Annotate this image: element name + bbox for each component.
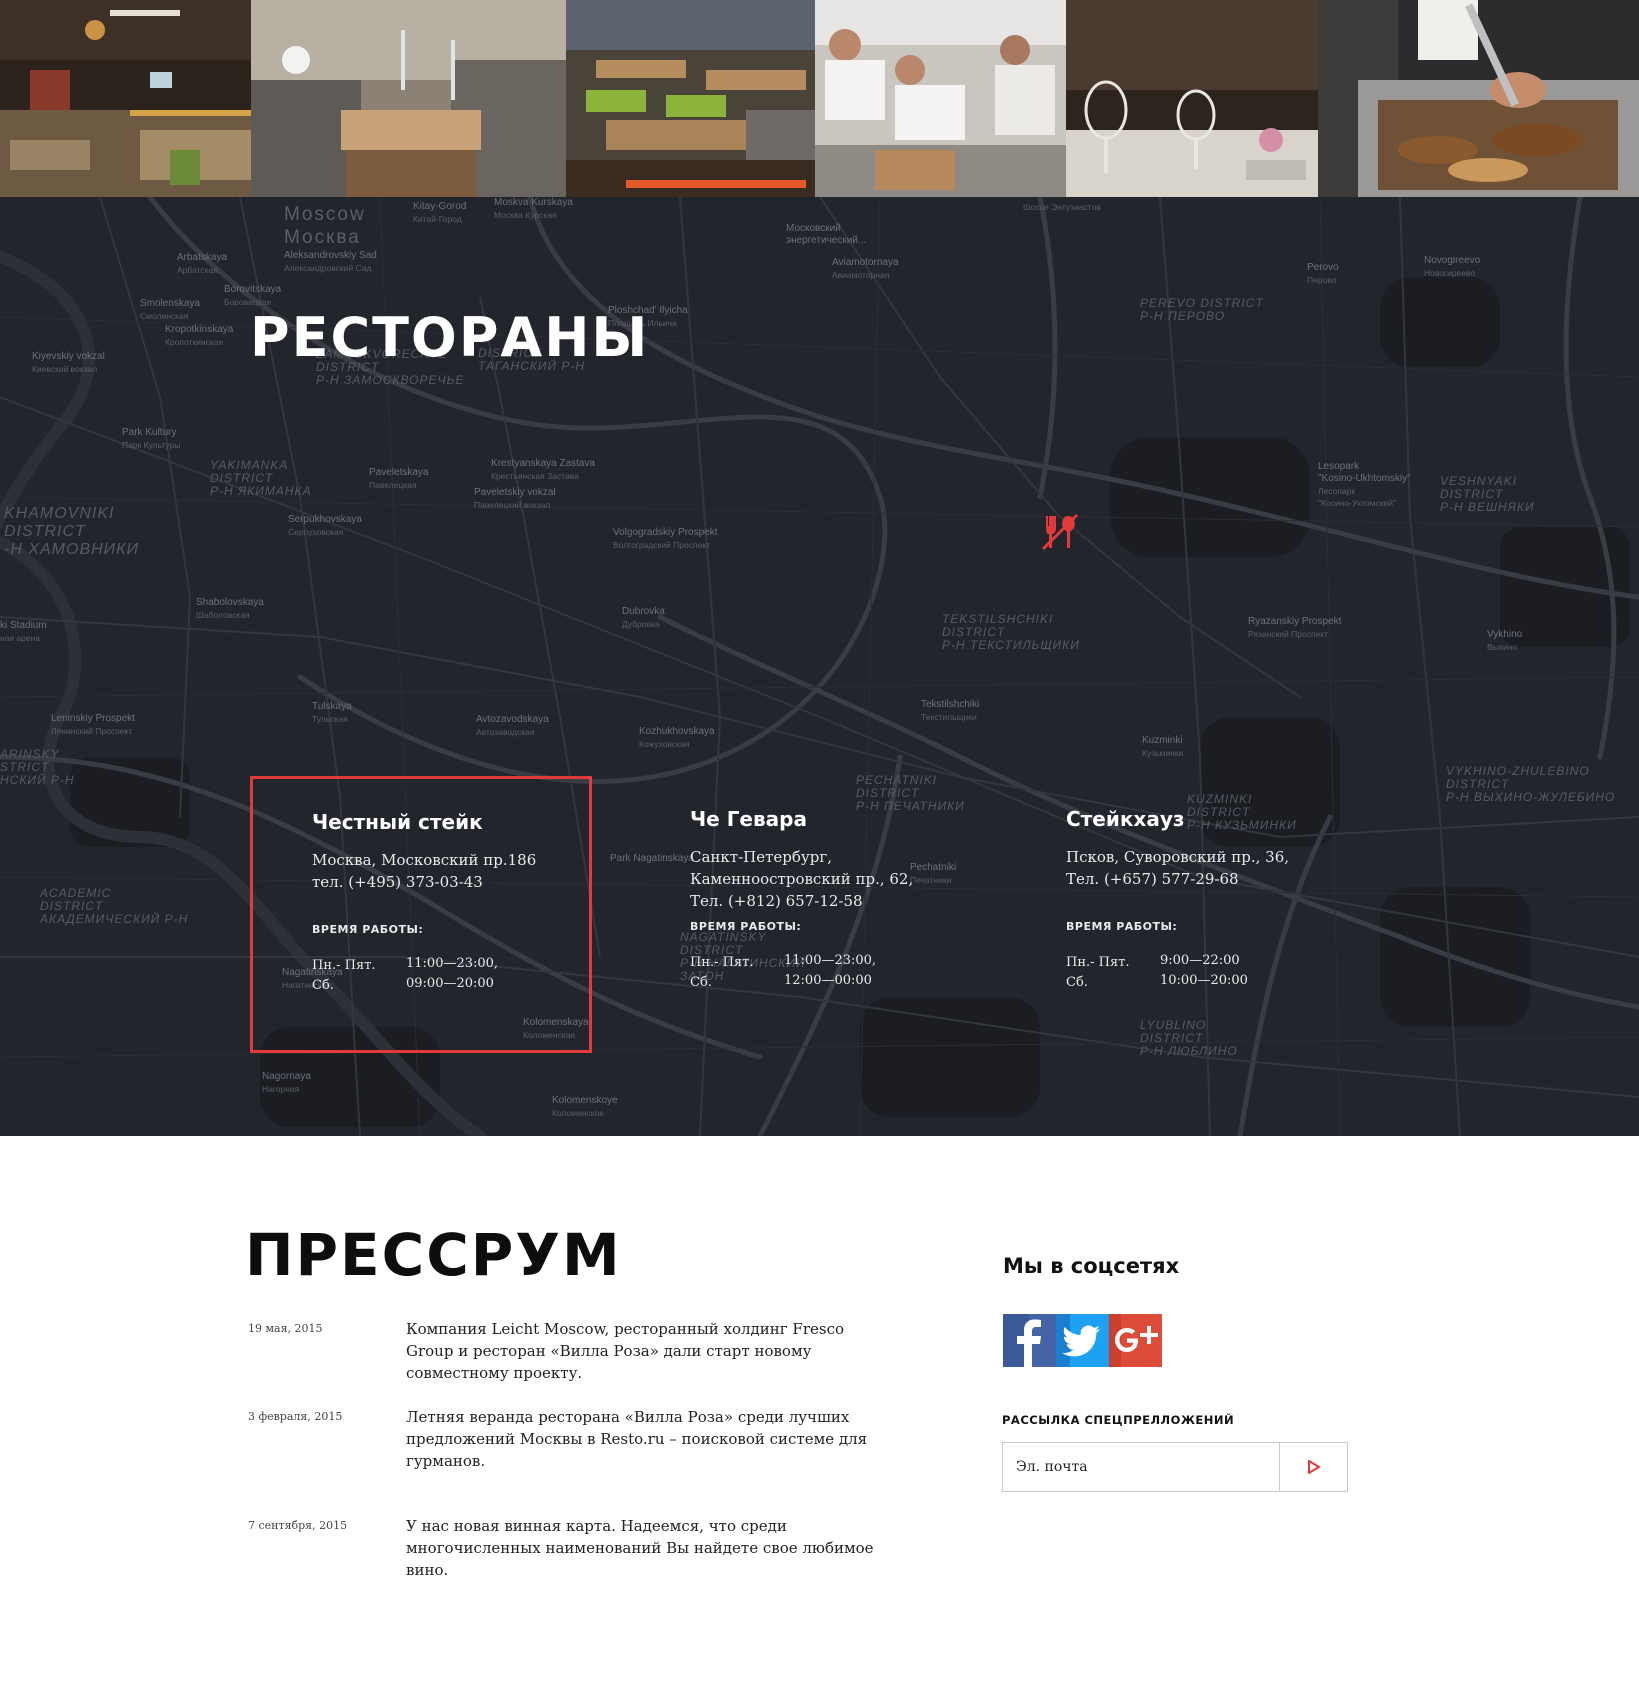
press-item[interactable]: 3 февраля, 2015 Летняя веранда ресторана… <box>248 1406 888 1515</box>
map-label-station: Paveletskiy vokzal Павелецкий вокзал <box>474 487 556 510</box>
map-label-station: Leninskiy Prospekt Ленинский Проспект <box>51 713 135 736</box>
map-label-district: Arinsky Strict Нский р-н <box>0 747 75 787</box>
map-label-road: Шоссе Энтузиастов <box>1023 202 1101 212</box>
map-label-station: Serpukhovskaya Серпуховская <box>288 514 362 537</box>
restaurant-name: Честный стейк <box>312 810 483 834</box>
google-plus-icon[interactable] <box>1109 1314 1162 1367</box>
hours-days: Пн.- Пят. Сб. <box>312 958 376 993</box>
map-label-station: Kolomenskoye Коломенское <box>552 1095 618 1118</box>
restaurant-location-pin-icon[interactable] <box>1040 512 1080 552</box>
map-label-station: Novogireevo Новогиреево <box>1424 255 1481 278</box>
map-label-moscow: Moscow Москва <box>284 204 366 248</box>
map-label-place: Московский энергетический... <box>786 223 867 246</box>
press-text[interactable]: У нас новая винная карта. Надеемся, что … <box>406 1515 886 1581</box>
play-arrow-icon <box>1307 1460 1320 1474</box>
hours-title: ВРЕМЯ РАБОТЫ: <box>1066 920 1178 933</box>
press-text[interactable]: Компания Leicht Moscow, ресторанный холд… <box>406 1318 886 1406</box>
restaurant-card-active[interactable]: Честный стейк Москва, Московский пр.186 … <box>250 776 592 1053</box>
map-label-station: Tulskaya Тульская <box>312 701 352 724</box>
hours-title: ВРЕМЯ РАБОТЫ: <box>312 923 424 936</box>
hours-days: Пн.- Пят. Сб. <box>690 955 754 990</box>
social-links <box>1003 1314 1162 1367</box>
restaurant-address: Санкт-Петербург, Каменноостровский пр., … <box>690 848 914 910</box>
map-label-district: Tekstilshchiki District Р-Н Текстильщики <box>942 612 1080 652</box>
map-label-district: Perevo District Р-Н Перово <box>1140 296 1264 323</box>
restaurant-name: Стейкхауз <box>1066 807 1185 831</box>
map-label-station: Kitay-Gorod Китай-Город <box>413 201 467 224</box>
map-label-station: Smolenskaya Смоленская <box>140 298 201 321</box>
press-item[interactable]: 7 сентября, 2015 У нас новая винная карт… <box>248 1515 888 1581</box>
chefs-kitchen-photo <box>815 0 1066 197</box>
dining-chairs-photo <box>251 0 566 197</box>
map-label-station: Borovitskaya Боровицкая <box>224 284 282 307</box>
press-text[interactable]: Летняя веранда ресторана «Вилла Роза» ср… <box>406 1406 886 1515</box>
map-label-district: Khamovniki District -Н Хамовники <box>4 505 139 558</box>
opening-hours: Пн.- Пят. Сб. 11:00—23:00, 09:00—20:00 <box>312 954 592 996</box>
restaurant-address: Псков, Суворовский пр., 36, Тел. (+657) … <box>1066 848 1290 888</box>
map-label-station: Krestyanskaya Zastava Крестьянская Застав… <box>491 458 595 481</box>
map-label-district: Academic District Академический р-н <box>40 886 189 926</box>
hours-times: 9:00—22:00 10:00—20:00 <box>1160 953 1248 988</box>
press-date: 7 сентября, 2015 <box>248 1519 348 1532</box>
opening-hours: Пн.- Пят. Сб. 9:00—22:00 10:00—20:00 <box>1066 951 1406 993</box>
twitter-icon[interactable] <box>1056 1314 1109 1367</box>
map-label-park: Park Nagatinskaya <box>610 853 694 864</box>
subscribe-button[interactable] <box>1279 1443 1347 1491</box>
map-label-station: Park Kultury Парк Культуры <box>122 427 181 450</box>
map-label-station: Aviamotornaya Авиамоторная <box>832 257 899 280</box>
restaurant-name: Че Гевара <box>690 807 807 831</box>
restaurant-card[interactable]: Стейкхауз Псков, Суворовский пр., 36, Те… <box>1066 806 1406 993</box>
map-label-district: Yakimanka District Р-Н Якиманка <box>210 458 312 498</box>
map-label-station: Aleksandrovskiy Sad Александровский Сад <box>284 250 377 273</box>
map-label-station: Moskva Kurskaya Москва Курская <box>494 197 573 220</box>
newsletter-form <box>1002 1442 1348 1492</box>
map-label-station: Volgogradskiy Prospekt Волгоградский Прос… <box>613 527 718 550</box>
map-label-station: Shabolovskaya Шаболовская <box>196 597 264 620</box>
press-list: 19 мая, 2015 Компания Leicht Moscow, рес… <box>248 1318 888 1581</box>
email-input[interactable] <box>1003 1443 1279 1491</box>
map-label-park: Lesopark "Kosino-Ukhtomskiy" Лесопарк "Коси… <box>1318 461 1411 508</box>
map-label-station: Avtozavodskaya Автозаводская <box>476 714 549 737</box>
map-label-station: Tekstilshchiki Текстильщики <box>921 699 980 722</box>
city-map[interactable] <box>0 197 1639 1136</box>
wine-glasses-photo <box>1066 0 1318 197</box>
map-label-station: Kiyevskiy vokzal Киевский вокзал <box>32 351 105 374</box>
restaurants-map-section: Moscow Москва Kitay-Gorod Китай-Город Mosk… <box>0 197 1639 1136</box>
restaurant-address: Москва, Московский пр.186 тел. (+495) 37… <box>312 851 537 891</box>
map-label-station: Perovo Перово <box>1307 262 1339 285</box>
map-label-district: Veshnyaki District Р-Н Вешняки <box>1440 474 1535 514</box>
press-date: 3 февраля, 2015 <box>248 1410 343 1423</box>
map-label-station: Paveletskaya Павелецкая <box>369 467 429 490</box>
hours-days: Пн.- Пят. Сб. <box>1066 955 1130 990</box>
map-label-district: Lyublino District Р-Н Люблино <box>1140 1018 1238 1058</box>
newsletter-title: РАССЫЛКА СПЕЦПРЕЛЛОЖЕНИЙ <box>1002 1413 1235 1427</box>
restaurant-card[interactable]: Че Гевара Санкт-Петербург, Каменноостров… <box>690 806 1030 993</box>
map-label-station: Kozhukhovskaya Кожуховская <box>639 726 715 749</box>
social-title: Мы в соцсетях <box>1003 1254 1180 1278</box>
hours-times: 11:00—23:00, 09:00—20:00 <box>406 956 499 991</box>
restaurants-title: РЕСТОРАНЫ <box>250 306 650 369</box>
map-label-station: ki Stadium ная арена <box>0 620 47 643</box>
map-label-station: Arbatskaya Арбатская <box>177 252 228 275</box>
map-label-station: Kropotkinskaya Кропоткинская <box>165 324 234 347</box>
press-room-title: ПРЕССРУМ <box>245 1221 622 1289</box>
map-label-district: Vykhino-Zhulebino District Р-Н Выхино-Жуле… <box>1446 764 1616 804</box>
map-label-station: Nagornaya Нагорная <box>262 1071 311 1094</box>
restaurant-hall-photo <box>0 0 251 197</box>
map-label-station: Kuzminki Кузьминки <box>1142 735 1184 758</box>
photo-strip <box>0 0 1639 197</box>
map-label-station: Ryazanskiy Prospekt Рязанский Проспект <box>1248 616 1342 639</box>
hours-times: 11:00—23:00, 12:00—00:00 <box>784 953 877 988</box>
facebook-icon[interactable] <box>1003 1314 1056 1367</box>
press-date: 19 мая, 2015 <box>248 1322 323 1335</box>
map-label-station: Dubrovka Дубровка <box>622 606 665 629</box>
opening-hours: Пн.- Пят. Сб. 11:00—23:00, 12:00—00:00 <box>690 951 1030 993</box>
hours-title: ВРЕМЯ РАБОТЫ: <box>690 920 802 933</box>
map-label-station: Vykhino Выхино <box>1487 629 1523 652</box>
press-item[interactable]: 19 мая, 2015 Компания Leicht Moscow, рес… <box>248 1318 888 1406</box>
grill-cooking-photo <box>1318 0 1639 197</box>
restaurant-tables-photo <box>566 0 815 197</box>
